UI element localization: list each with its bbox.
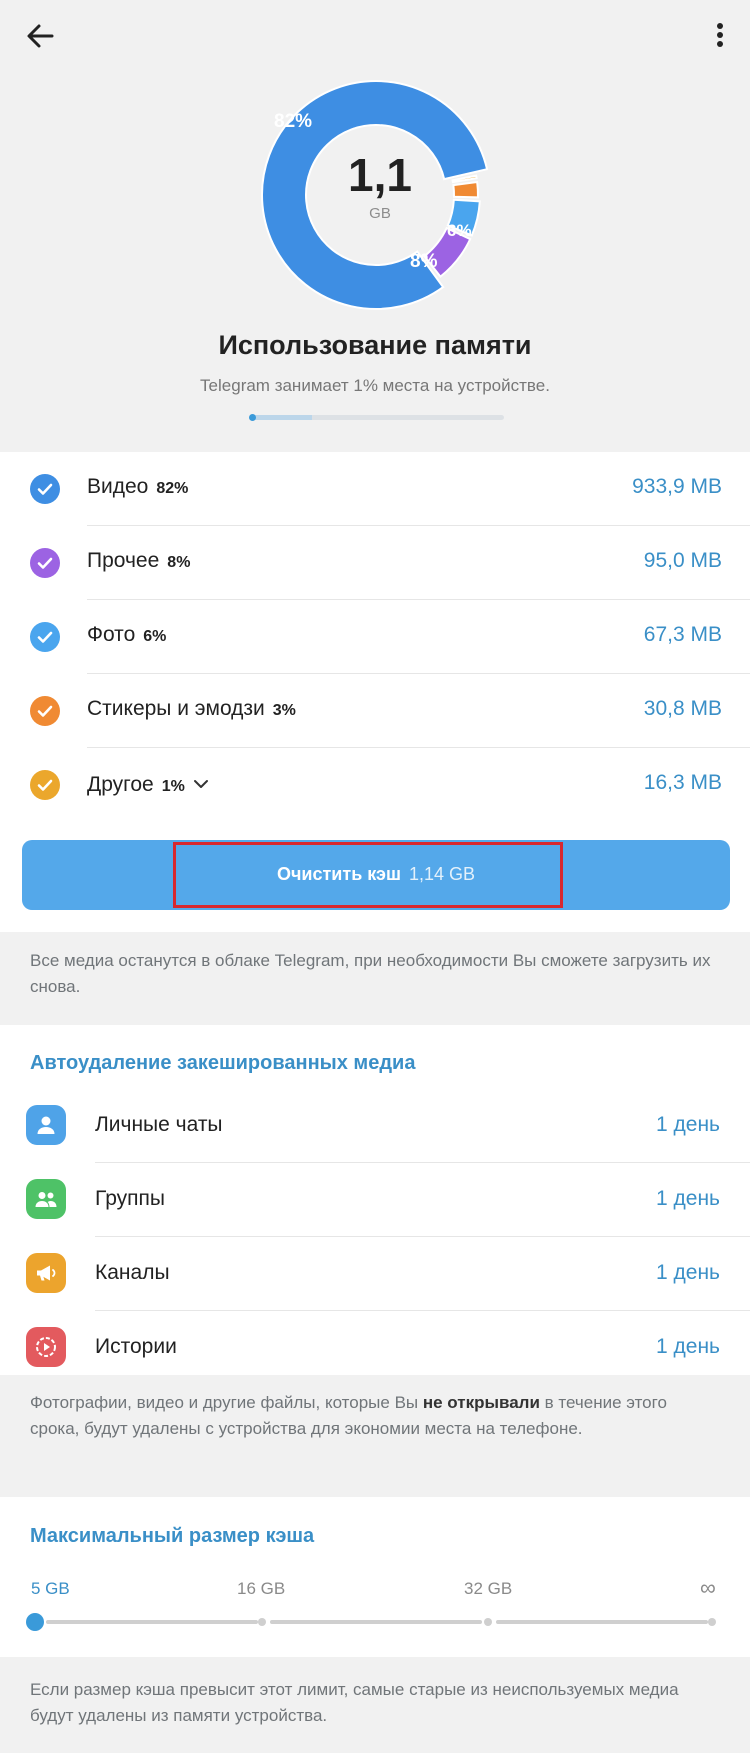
arrow-left-icon[interactable] — [22, 18, 58, 54]
storage-size: 16,3 MB — [643, 771, 722, 794]
slice-label-video: 82% — [274, 111, 313, 132]
check-icon — [37, 779, 53, 791]
storage-name-text: Видео — [87, 475, 149, 498]
checkbox-other[interactable] — [30, 548, 60, 578]
clear-cache-size: 1,14 GB — [408, 864, 476, 884]
autodelete-row-private[interactable]: Личные чаты 1 день — [0, 1089, 750, 1163]
autodelete-value: 1 день — [656, 1113, 720, 1136]
storage-note: Все медиа останутся в облаке Telegram, п… — [30, 951, 711, 996]
device-usage-bar — [250, 415, 504, 420]
storage-row-video[interactable]: Видео 82% 933,9 MB — [0, 452, 750, 526]
autodelete-row-stories[interactable]: Истории 1 день — [0, 1311, 750, 1385]
slider-tick — [708, 1618, 716, 1626]
autodelete-name: Группы — [95, 1187, 165, 1210]
slider-option-16gb[interactable]: 16 GB — [237, 1579, 285, 1599]
check-icon — [37, 631, 53, 643]
slider-track[interactable] — [46, 1620, 258, 1624]
autodelete-name: Истории — [95, 1335, 177, 1358]
storage-row-misc[interactable]: Другое 1% 16,3 MB — [0, 748, 750, 822]
chevron-down-icon[interactable] — [193, 771, 209, 795]
storage-row-stickers[interactable]: Стикеры и эмодзи 3% 30,8 MB — [0, 674, 750, 748]
stories-icon — [26, 1327, 66, 1367]
check-icon — [37, 705, 53, 717]
storage-name: Фото 6% — [87, 623, 166, 647]
storage-name: Другое 1% — [87, 771, 209, 797]
autodelete-title: Автоудаление закешированных медиа — [30, 1052, 416, 1074]
slice-label-photo: 6% — [447, 221, 472, 240]
storage-name-text: Стикеры и эмодзи — [87, 697, 265, 720]
slider-option-unlimited[interactable]: ∞ — [700, 1575, 716, 1601]
autodelete-note-text: Фотографии, видео и другие файлы, которы… — [30, 1393, 423, 1412]
storage-percent: 8% — [167, 554, 191, 571]
max-cache-card: Максимальный размер кэша 5 GB 16 GB 32 G… — [0, 1497, 750, 1657]
slider-track[interactable] — [270, 1620, 482, 1624]
clear-cache-label: Очистить кэш 1,14 GB — [22, 864, 730, 885]
storage-percent: 82% — [156, 480, 189, 497]
storage-name: Прочее 8% — [87, 549, 190, 573]
person-icon — [26, 1105, 66, 1145]
storage-size: 933,9 MB — [632, 475, 722, 498]
autodelete-note-bold: не открывали — [422, 1393, 540, 1412]
storage-card: Видео 82% 933,9 MB Прочее 8% 95,0 MB Фото 6… — [0, 452, 750, 932]
autodelete-name: Каналы — [95, 1261, 170, 1284]
max-cache-note: Если размер кэша превысит этот лимит, са… — [30, 1680, 679, 1725]
slider-option-32gb[interactable]: 32 GB — [464, 1579, 512, 1599]
slider-track[interactable] — [496, 1620, 708, 1624]
page-subtitle: Telegram занимает 1% места на устройстве… — [200, 376, 550, 395]
storage-percent: 6% — [143, 628, 167, 645]
device-usage-fill — [250, 415, 312, 420]
group-icon — [26, 1179, 66, 1219]
storage-size: 30,8 MB — [643, 697, 722, 720]
device-usage-dot — [249, 414, 256, 421]
check-icon — [37, 557, 53, 569]
autodelete-value: 1 день — [656, 1261, 720, 1284]
autodelete-value: 1 день — [656, 1187, 720, 1210]
storage-row-other[interactable]: Прочее 8% 95,0 MB — [0, 526, 750, 600]
slider-thumb[interactable] — [26, 1613, 44, 1631]
checkbox-video[interactable] — [30, 474, 60, 504]
checkbox-photo[interactable] — [30, 622, 60, 652]
storage-name-text: Другое — [87, 773, 154, 796]
autodelete-row-channels[interactable]: Каналы 1 день — [0, 1237, 750, 1311]
autodelete-note: Фотографии, видео и другие файлы, которы… — [30, 1390, 720, 1442]
clear-cache-button[interactable]: Очистить кэш 1,14 GB — [22, 840, 730, 910]
slice-label-other: 8% — [410, 251, 438, 272]
autodelete-card: Автоудаление закешированных медиа Личные… — [0, 1025, 750, 1375]
storage-size: 95,0 MB — [643, 549, 722, 572]
slider-tick — [484, 1618, 492, 1626]
page-title: Использование памяти — [218, 330, 532, 360]
max-cache-title: Максимальный размер кэша — [30, 1525, 315, 1547]
slider-tick — [258, 1618, 266, 1626]
storage-percent: 1% — [161, 778, 185, 795]
storage-donut-chart: 1,1 GB 82% 8% 6% — [240, 75, 520, 315]
storage-name: Видео 82% — [87, 475, 188, 499]
check-icon — [37, 483, 53, 495]
storage-name: Стикеры и эмодзи 3% — [87, 697, 296, 721]
storage-row-photo[interactable]: Фото 6% 67,3 MB — [0, 600, 750, 674]
donut-center-unit: GB — [369, 205, 391, 222]
storage-percent: 3% — [272, 702, 296, 719]
checkbox-stickers[interactable] — [30, 696, 60, 726]
storage-name-text: Прочее — [87, 549, 160, 572]
slider-option-5gb[interactable]: 5 GB — [31, 1579, 70, 1599]
donut-center-value: 1,1 — [348, 149, 412, 201]
storage-name-text: Фото — [87, 623, 136, 646]
storage-size: 67,3 MB — [643, 623, 722, 646]
autodelete-name: Личные чаты — [95, 1113, 223, 1136]
checkbox-misc[interactable] — [30, 770, 60, 800]
clear-cache-text: Очистить кэш — [276, 864, 401, 884]
autodelete-value: 1 день — [656, 1335, 720, 1358]
top-bar — [0, 0, 750, 70]
autodelete-row-groups[interactable]: Группы 1 день — [0, 1163, 750, 1237]
megaphone-icon — [26, 1253, 66, 1293]
more-vertical-icon[interactable] — [710, 18, 730, 54]
